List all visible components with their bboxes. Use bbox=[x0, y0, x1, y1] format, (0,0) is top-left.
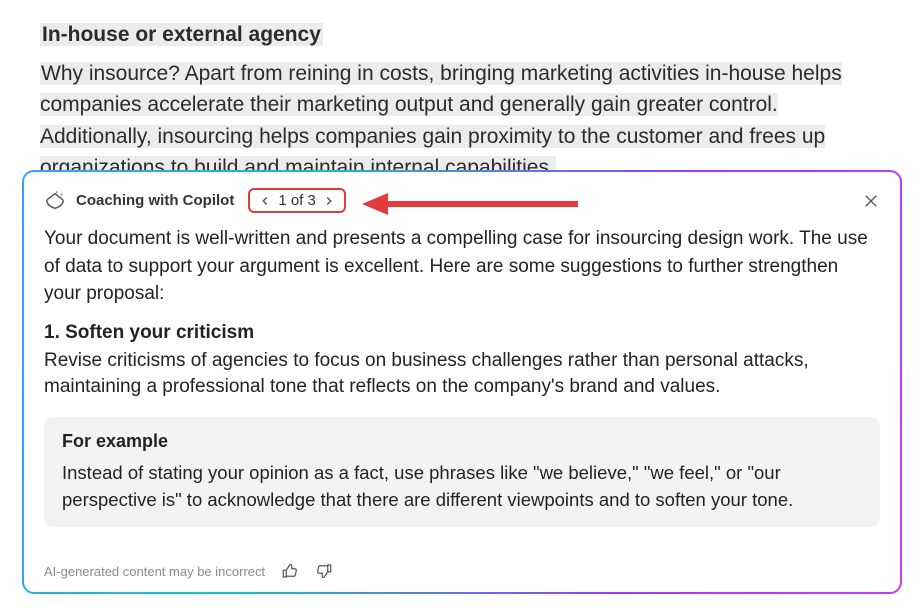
copilot-panel: Coaching with Copilot 1 of 3 Your docume… bbox=[22, 170, 902, 594]
thumbs-down-icon[interactable] bbox=[315, 562, 333, 580]
pager-label: 1 of 3 bbox=[278, 192, 316, 209]
suggestion-title: 1. Soften your criticism bbox=[44, 322, 880, 344]
example-box: For example Instead of stating your opin… bbox=[44, 417, 880, 528]
panel-footer: AI-generated content may be incorrect bbox=[44, 552, 880, 580]
pager: 1 of 3 bbox=[248, 188, 346, 213]
chevron-right-icon[interactable] bbox=[322, 194, 336, 208]
document-heading: In-house or external agency bbox=[40, 23, 323, 46]
document-body: Why insource? Apart from reining in cost… bbox=[40, 58, 884, 184]
copilot-icon bbox=[44, 190, 66, 212]
example-title: For example bbox=[62, 431, 862, 452]
document-content: In-house or external agency Why insource… bbox=[0, 0, 924, 194]
panel-title: Coaching with Copilot bbox=[76, 192, 234, 209]
close-icon[interactable] bbox=[862, 192, 880, 210]
panel-header: Coaching with Copilot 1 of 3 bbox=[44, 188, 880, 213]
suggestion-body: Revise criticisms of agencies to focus o… bbox=[44, 348, 880, 401]
example-body: Instead of stating your opinion as a fac… bbox=[62, 460, 862, 514]
coaching-intro: Your document is well-written and presen… bbox=[44, 225, 880, 308]
chevron-left-icon[interactable] bbox=[258, 194, 272, 208]
thumbs-up-icon[interactable] bbox=[281, 562, 299, 580]
disclaimer: AI-generated content may be incorrect bbox=[44, 564, 265, 579]
